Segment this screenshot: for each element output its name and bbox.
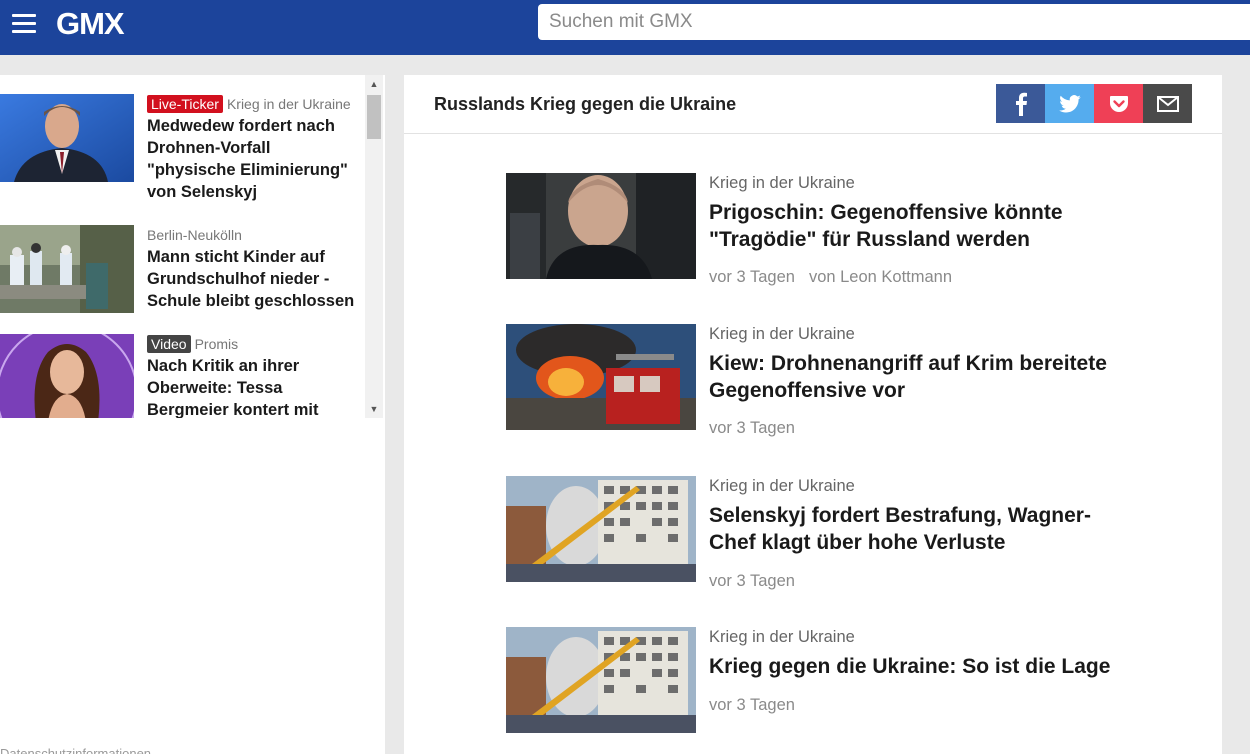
scroll-up-arrow-icon[interactable]: ▲ (365, 75, 383, 93)
teaser-title[interactable]: Medwedew fordert nach Drohnen-Vorfall "p… (147, 115, 362, 203)
article-teaser[interactable]: Krieg in der Ukraine Kiew: Drohnenangrif… (506, 324, 1129, 437)
article-headline[interactable]: Krieg gegen die Ukraine: So ist die Lage (709, 653, 1129, 680)
twitter-share-button[interactable] (1045, 84, 1094, 123)
article-kicker: Krieg in der Ukraine (709, 325, 855, 343)
article-kicker: Krieg in der Ukraine (709, 477, 855, 495)
video-badge: Video (147, 335, 191, 353)
search-input[interactable] (538, 4, 1250, 40)
article-info: vor 3 Tagen (709, 571, 795, 591)
article-kicker: Krieg in der Ukraine (709, 174, 855, 192)
article-teaser[interactable]: Krieg in der Ukraine Prigoschin: Gegenof… (506, 173, 1129, 286)
top-bar: GMX (0, 0, 1250, 55)
article-headline[interactable]: Kiew: Drohnenangriff auf Krim bereitete … (709, 350, 1129, 404)
facebook-icon (1015, 92, 1027, 116)
teaser-image (0, 334, 134, 418)
article-headline[interactable]: Selenskyj fordert Bestrafung, Wagner-Che… (709, 502, 1129, 556)
article-info: vor 3 Tagen (709, 418, 795, 438)
privacy-link[interactable]: Datenschutzinformationen (0, 746, 151, 754)
article-kicker: Krieg in der Ukraine (709, 628, 855, 646)
sidebar-scrollbar[interactable]: ▲ ▼ (365, 75, 383, 418)
article-image (506, 476, 696, 582)
article-time: vor 3 Tagen (709, 419, 795, 437)
sidebar-panel: Live-Ticker Krieg in der Ukraine Medwedew… (0, 75, 385, 754)
teaser-meta: Video Promis (147, 334, 362, 354)
article-teaser[interactable]: Krieg in der Ukraine Selenskyj fordert B… (506, 476, 1129, 590)
article-image (506, 627, 696, 733)
teaser-title[interactable]: Nach Kritik an ihrer Oberweite: Tessa Be… (147, 355, 362, 418)
teaser-category: Berlin-Neukölln (147, 227, 242, 243)
teaser-category: Promis (194, 336, 239, 352)
teaser-image (0, 94, 134, 182)
section-title: Russlands Krieg gegen die Ukraine (434, 94, 737, 114)
article-author: von Leon Kottmann (808, 268, 953, 286)
twitter-icon (1058, 94, 1081, 112)
article-info: vor 3 Tagen von Leon Kottmann (709, 267, 952, 287)
menu-icon[interactable] (12, 14, 36, 34)
teaser-meta: Berlin-Neukölln (147, 225, 362, 245)
live-ticker-badge: Live-Ticker (147, 95, 223, 113)
article-time: vor 3 Tagen (709, 696, 795, 714)
teaser-image (0, 225, 134, 313)
section-header: Russlands Krieg gegen die Ukraine (404, 75, 1222, 134)
article-image (506, 324, 696, 430)
article-time: vor 3 Tagen (709, 572, 795, 590)
teaser-title[interactable]: Mann sticht Kinder auf Grundschulhof nie… (147, 246, 362, 312)
teaser-meta: Live-Ticker Krieg in der Ukraine (147, 94, 362, 114)
sidebar-teaser[interactable]: Video Promis Nach Kritik an ihrer Oberwei… (0, 334, 365, 418)
article-headline[interactable]: Prigoschin: Gegenoffensive könnte "Tragö… (709, 199, 1129, 253)
mail-share-button[interactable] (1143, 84, 1192, 123)
article-teaser[interactable]: Krieg in der Ukraine Krieg gegen die Ukr… (506, 627, 1126, 735)
sidebar-teaser[interactable]: Berlin-Neukölln Mann sticht Kinder auf G… (0, 225, 365, 330)
main-panel: Russlands Krieg gegen die Ukraine Krieg … (404, 75, 1222, 754)
pocket-icon (1109, 95, 1128, 112)
facebook-share-button[interactable] (996, 84, 1045, 123)
scroll-down-arrow-icon[interactable]: ▼ (365, 400, 383, 418)
gmx-logo[interactable]: GMX (56, 6, 125, 42)
sidebar-list[interactable]: Live-Ticker Krieg in der Ukraine Medwedew… (0, 75, 365, 418)
teaser-category: Krieg in der Ukraine (226, 96, 351, 112)
sidebar-teaser[interactable]: Live-Ticker Krieg in der Ukraine Medwedew… (0, 94, 365, 209)
scrollbar-thumb[interactable] (367, 95, 381, 139)
article-info: vor 3 Tagen (709, 695, 795, 715)
pocket-share-button[interactable] (1094, 84, 1143, 123)
article-time: vor 3 Tagen (709, 268, 795, 286)
mail-icon (1156, 95, 1179, 112)
article-image (506, 173, 696, 279)
